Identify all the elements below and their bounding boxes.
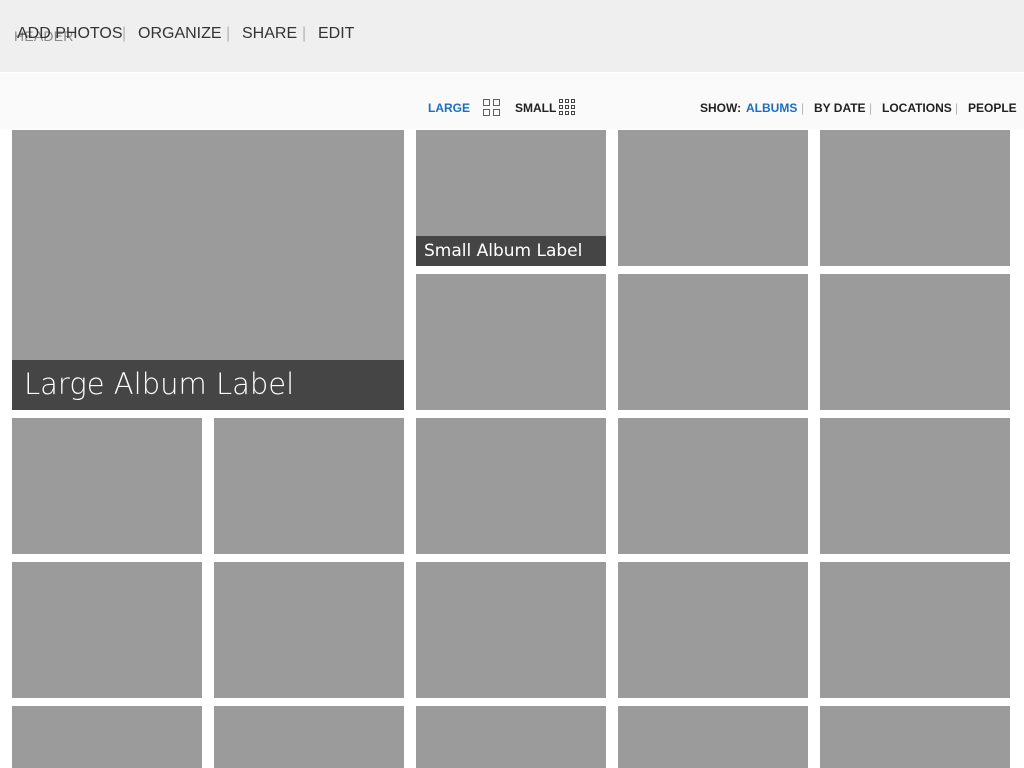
show-separator: | [955, 101, 959, 115]
show-separator: | [801, 101, 805, 115]
album-tile[interactable] [416, 706, 606, 768]
album-tile[interactable] [416, 562, 606, 698]
album-label: Large Album Label [12, 360, 404, 410]
view-small-toggle[interactable]: SMALL [515, 101, 556, 115]
album-label: Small Album Label [416, 236, 606, 266]
toolbar-separator: | [122, 25, 127, 42]
album-tile[interactable] [214, 562, 404, 698]
grid-large-icon[interactable] [483, 99, 501, 117]
album-tile[interactable]: Small Album Label [416, 130, 606, 266]
album-tile[interactable] [820, 274, 1010, 410]
album-tile[interactable] [12, 706, 202, 768]
show-separator: | [869, 101, 873, 115]
album-tile[interactable] [618, 130, 808, 266]
edit-button[interactable]: EDIT [318, 25, 354, 43]
album-tile-large[interactable]: Large Album Label [12, 130, 404, 410]
show-people-option[interactable]: PEOPLE [968, 101, 1017, 115]
show-albums-option[interactable]: ALBUMS [746, 101, 797, 115]
show-label: SHOW: [700, 101, 742, 115]
album-tile[interactable] [618, 418, 808, 554]
album-tile[interactable] [618, 274, 808, 410]
album-tile[interactable] [820, 562, 1010, 698]
share-button[interactable]: SHARE [242, 25, 297, 43]
album-tile[interactable] [618, 562, 808, 698]
album-tile[interactable] [416, 418, 606, 554]
album-tile[interactable] [820, 130, 1010, 266]
album-tile[interactable] [12, 562, 202, 698]
grid-small-icon[interactable] [559, 99, 577, 117]
album-tile[interactable] [618, 706, 808, 768]
organize-button[interactable]: ORGANIZE [138, 25, 222, 43]
toolbar-separator: | [226, 25, 231, 42]
album-tile[interactable] [820, 418, 1010, 554]
show-by-date-option[interactable]: BY DATE [814, 101, 866, 115]
album-tile[interactable] [12, 418, 202, 554]
show-locations-option[interactable]: LOCATIONS [882, 101, 952, 115]
toolbar-separator: | [302, 25, 307, 42]
album-tile[interactable] [416, 274, 606, 410]
album-tile[interactable] [214, 706, 404, 768]
add-photos-button[interactable]: ADD PHOTOS [17, 25, 123, 43]
view-large-toggle[interactable]: LARGE [428, 101, 470, 115]
album-tile[interactable] [820, 706, 1010, 768]
album-tile[interactable] [214, 418, 404, 554]
